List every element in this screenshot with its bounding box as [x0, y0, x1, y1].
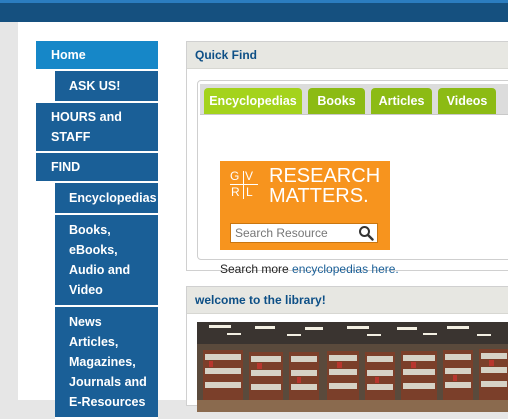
gvrl-logo: GV RL — [230, 169, 258, 199]
sidebar-item-encyclopedias[interactable]: Encyclopedias — [55, 183, 158, 215]
tab-encyclopedias[interactable]: Encyclopedias — [204, 88, 302, 114]
search-more-text: Search more encyclopedias here. — [220, 262, 399, 276]
quick-find-panel: Quick Find Encyclopedias Books Articles … — [186, 41, 508, 276]
encyclopedias-link[interactable]: encyclopedias here. — [292, 262, 399, 276]
top-bar — [0, 0, 508, 22]
sidebar-nav: Home ASK US! HOURS and STAFF FIND Encycl… — [36, 41, 158, 419]
tab-videos[interactable]: Videos — [438, 88, 496, 114]
library-photo — [197, 322, 508, 412]
sidebar-item-books-media[interactable]: Books, eBooks, Audio and Video — [55, 215, 158, 307]
quick-find-tabs-box: Encyclopedias Books Articles Videos GV R… — [197, 80, 508, 276]
sidebar-item-home[interactable]: Home — [36, 41, 158, 71]
top-bar-stripe — [0, 0, 508, 3]
gvrl-title: RESEARCH MATTERS. — [269, 165, 381, 207]
tab-articles[interactable]: Articles — [371, 88, 432, 114]
welcome-title: welcome to the library! — [187, 287, 508, 314]
gvrl-search-box — [230, 223, 378, 243]
search-resource-input[interactable] — [233, 225, 357, 241]
search-more-prefix: Search more — [220, 262, 293, 276]
search-icon[interactable] — [358, 225, 374, 241]
sidebar-item-find[interactable]: FIND — [36, 153, 158, 183]
quick-find-title: Quick Find — [187, 42, 508, 69]
sidebar-item-articles[interactable]: News Articles, Magazines, Journals and E… — [55, 307, 158, 419]
tab-books[interactable]: Books — [308, 88, 365, 114]
welcome-panel: welcome to the library! — [186, 286, 508, 412]
sidebar-item-ask-us[interactable]: ASK US! — [55, 71, 158, 103]
gvrl-widget: GV RL RESEARCH MATTERS. — [220, 161, 390, 250]
tab-strip: Encyclopedias Books Articles Videos — [200, 84, 508, 115]
sidebar-item-hours-staff[interactable]: HOURS and STAFF — [36, 103, 158, 153]
